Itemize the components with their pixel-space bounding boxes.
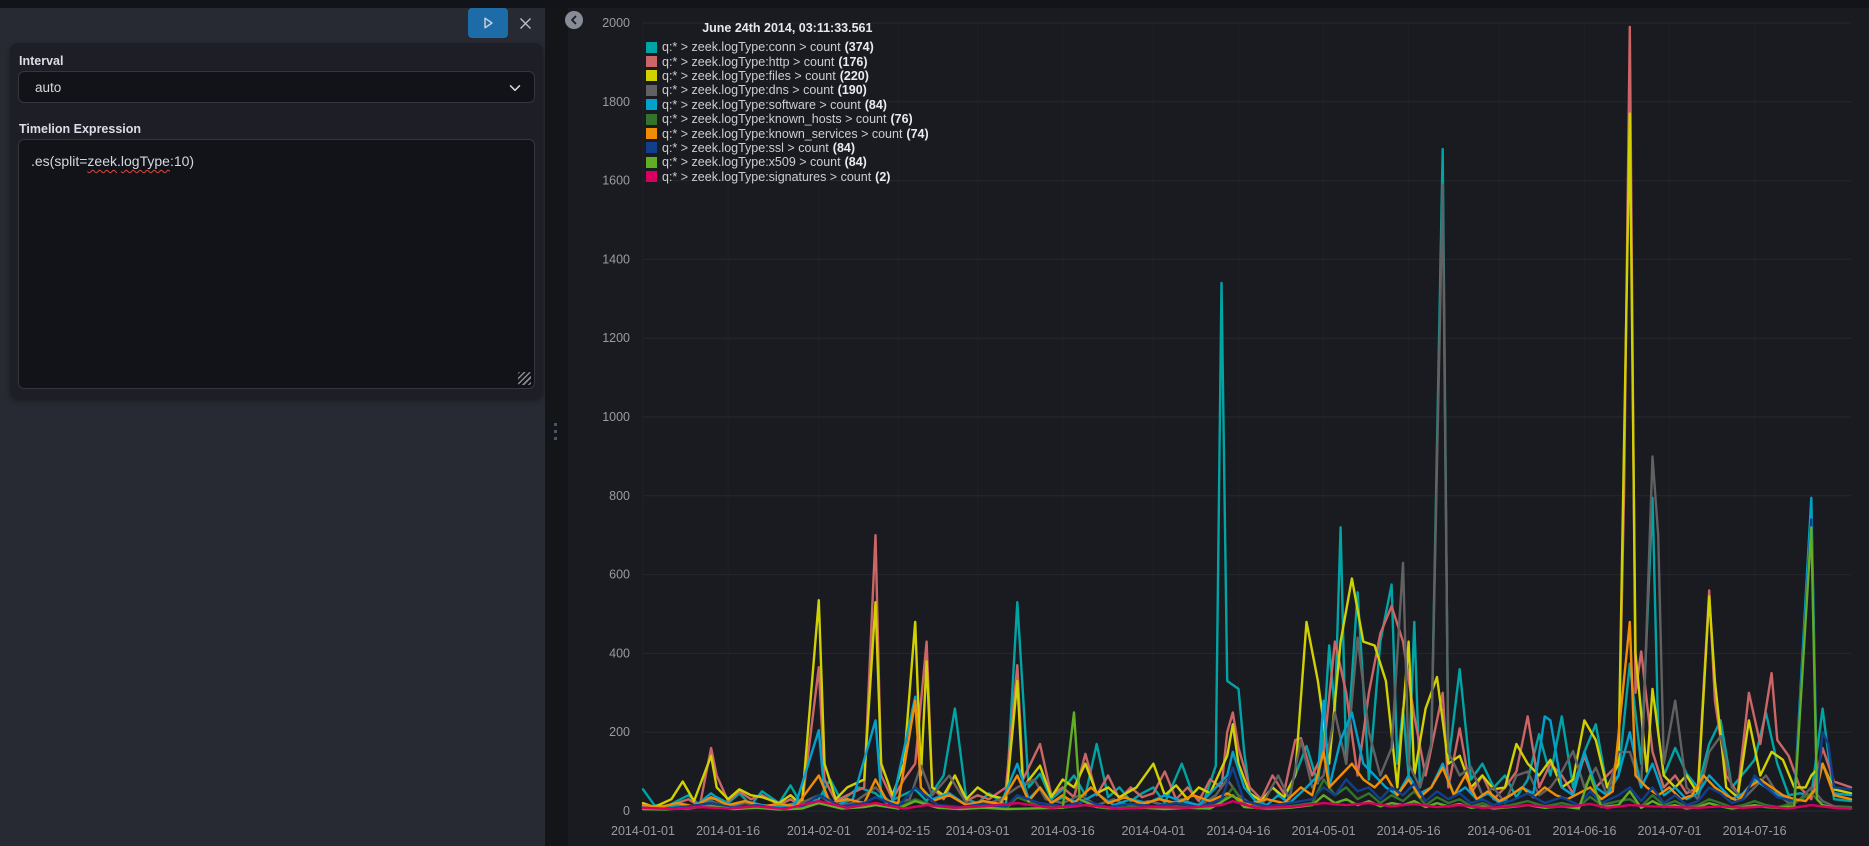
- collapse-panel-button[interactable]: [565, 11, 583, 29]
- legend-item-conn: q:* > zeek.logType:conn > count (374): [646, 40, 929, 54]
- y-axis-label: 1600: [602, 174, 630, 188]
- legend-count: (374): [844, 40, 874, 55]
- legend-swatch: [646, 128, 657, 140]
- legend-swatch: [646, 41, 657, 53]
- legend-label: q:* > zeek.logType:signatures > count: [662, 169, 872, 184]
- legend-swatch: [646, 56, 657, 68]
- legend-item-x509: q:* > zeek.logType:x509 > count (84): [646, 155, 929, 169]
- legend-swatch: [646, 113, 657, 125]
- expression-editor-card: Interval auto Timelion Expression .es(sp…: [10, 43, 543, 399]
- legend-label: q:* > zeek.logType:dns > count: [662, 83, 834, 98]
- close-editor-button[interactable]: [512, 10, 538, 36]
- legend-item-known_hosts: q:* > zeek.logType:known_hosts > count (7…: [646, 112, 929, 126]
- legend-item-known_services: q:* > zeek.logType:known_services > coun…: [646, 126, 929, 141]
- y-axis-label: 2000: [602, 16, 630, 30]
- x-axis-label: 2014-03-01: [946, 824, 1010, 838]
- legend-label: q:* > zeek.logType:ssl > count: [662, 140, 829, 155]
- x-axis-label: 2014-07-16: [1723, 824, 1787, 838]
- legend-swatch: [646, 142, 657, 154]
- interval-selected-value: auto: [35, 79, 62, 95]
- legend-swatch: [646, 99, 657, 111]
- legend-label: q:* > zeek.logType:software > count: [662, 97, 861, 112]
- x-axis-label: 2014-04-16: [1207, 824, 1271, 838]
- legend-label: q:* > zeek.logType:conn > count: [662, 40, 841, 55]
- y-axis-label: 800: [609, 489, 630, 503]
- legend-swatch: [646, 70, 657, 82]
- close-icon: [519, 17, 531, 29]
- legend-item-dns: q:* > zeek.logType:dns > count (190): [646, 83, 929, 97]
- drag-handle-icon[interactable]: [554, 423, 557, 440]
- legend-count: (84): [844, 155, 867, 170]
- chevron-down-icon: [509, 85, 521, 92]
- legend-item-signatures: q:* > zeek.logType:signatures > count (2): [646, 170, 929, 184]
- legend-item-ssl: q:* > zeek.logType:ssl > count (84): [646, 141, 929, 155]
- expression-text: .es(split=zeek.logType:10): [31, 153, 195, 169]
- legend-swatch: [646, 84, 657, 96]
- legend-count: (190): [837, 83, 867, 98]
- legend-label: q:* > zeek.logType:known_services > coun…: [662, 126, 903, 141]
- y-axis-label: 1800: [602, 95, 630, 109]
- x-axis-label: 2014-01-01: [611, 824, 675, 838]
- top-strip: [0, 0, 1869, 8]
- legend-title: June 24th 2014, 03:11:33.561: [702, 21, 873, 35]
- timelion-expression-input[interactable]: .es(split=zeek.logType:10): [18, 139, 535, 389]
- kibana-timelion-app: Interval auto Timelion Expression .es(sp…: [0, 0, 1869, 846]
- legend-label: q:* > zeek.logType:http > count: [662, 54, 835, 69]
- chart-legend: June 24th 2014, 03:11:33.561 q:* > zeek.…: [646, 21, 929, 184]
- legend-count: (2): [875, 169, 891, 184]
- x-axis-label: 2014-01-16: [696, 824, 760, 838]
- legend-count: (176): [838, 54, 868, 69]
- legend-count: (74): [906, 126, 929, 141]
- legend-swatch: [646, 171, 657, 183]
- y-axis-label: 600: [609, 568, 630, 582]
- legend-label: q:* > zeek.logType:x509 > count: [662, 155, 841, 170]
- x-axis-label: 2014-05-16: [1377, 824, 1441, 838]
- x-axis-label: 2014-07-01: [1638, 824, 1702, 838]
- y-axis-label: 0: [623, 804, 630, 818]
- x-axis-label: 2014-02-01: [787, 824, 851, 838]
- y-axis-label: 1000: [602, 410, 630, 424]
- y-axis-label: 400: [609, 646, 630, 660]
- y-axis-label: 1400: [602, 252, 630, 266]
- legend-swatch: [646, 156, 657, 168]
- chart-pane: 0 200 400 600 800 1000 1200 1400 1600 1800 2000 201…: [565, 8, 1869, 846]
- panel-resize-divider[interactable]: [545, 8, 568, 846]
- x-axis-label: 2014-03-16: [1031, 824, 1095, 838]
- editor-panel-header: [0, 8, 545, 44]
- legend-count: (76): [890, 112, 913, 127]
- x-axis-label: 2014-02-15: [866, 824, 930, 838]
- legend-items: q:* > zeek.logType:conn > count (374) q:* …: [646, 40, 929, 184]
- legend-count: (84): [832, 140, 856, 155]
- legend-item-http: q:* > zeek.logType:http > count (176): [646, 54, 929, 69]
- y-axis-label: 1200: [602, 331, 630, 345]
- interval-label: Interval: [19, 54, 64, 68]
- x-axis-label: 2014-05-01: [1292, 824, 1356, 838]
- timelion-editor-panel: Interval auto Timelion Expression .es(sp…: [0, 8, 545, 846]
- legend-item-software: q:* > zeek.logType:software > count (84): [646, 98, 929, 112]
- x-axis-label: 2014-06-16: [1552, 824, 1616, 838]
- play-icon: [484, 17, 493, 29]
- legend-label: q:* > zeek.logType:files > count: [662, 68, 836, 83]
- x-axis-label: 2014-06-01: [1467, 824, 1531, 838]
- legend-count: (84): [864, 97, 887, 112]
- textarea-resize-grip[interactable]: [518, 372, 531, 385]
- legend-item-files: q:* > zeek.logType:files > count (220): [646, 69, 929, 83]
- y-axis-label: 200: [609, 725, 630, 739]
- chevron-left-icon: [571, 15, 577, 25]
- legend-label: q:* > zeek.logType:known_hosts > count: [662, 112, 887, 127]
- timelion-expression-label: Timelion Expression: [19, 122, 142, 136]
- interval-select[interactable]: auto: [18, 71, 535, 103]
- run-expression-button[interactable]: [468, 8, 508, 38]
- x-axis-label: 2014-04-01: [1121, 824, 1185, 838]
- legend-count: (220): [839, 68, 869, 83]
